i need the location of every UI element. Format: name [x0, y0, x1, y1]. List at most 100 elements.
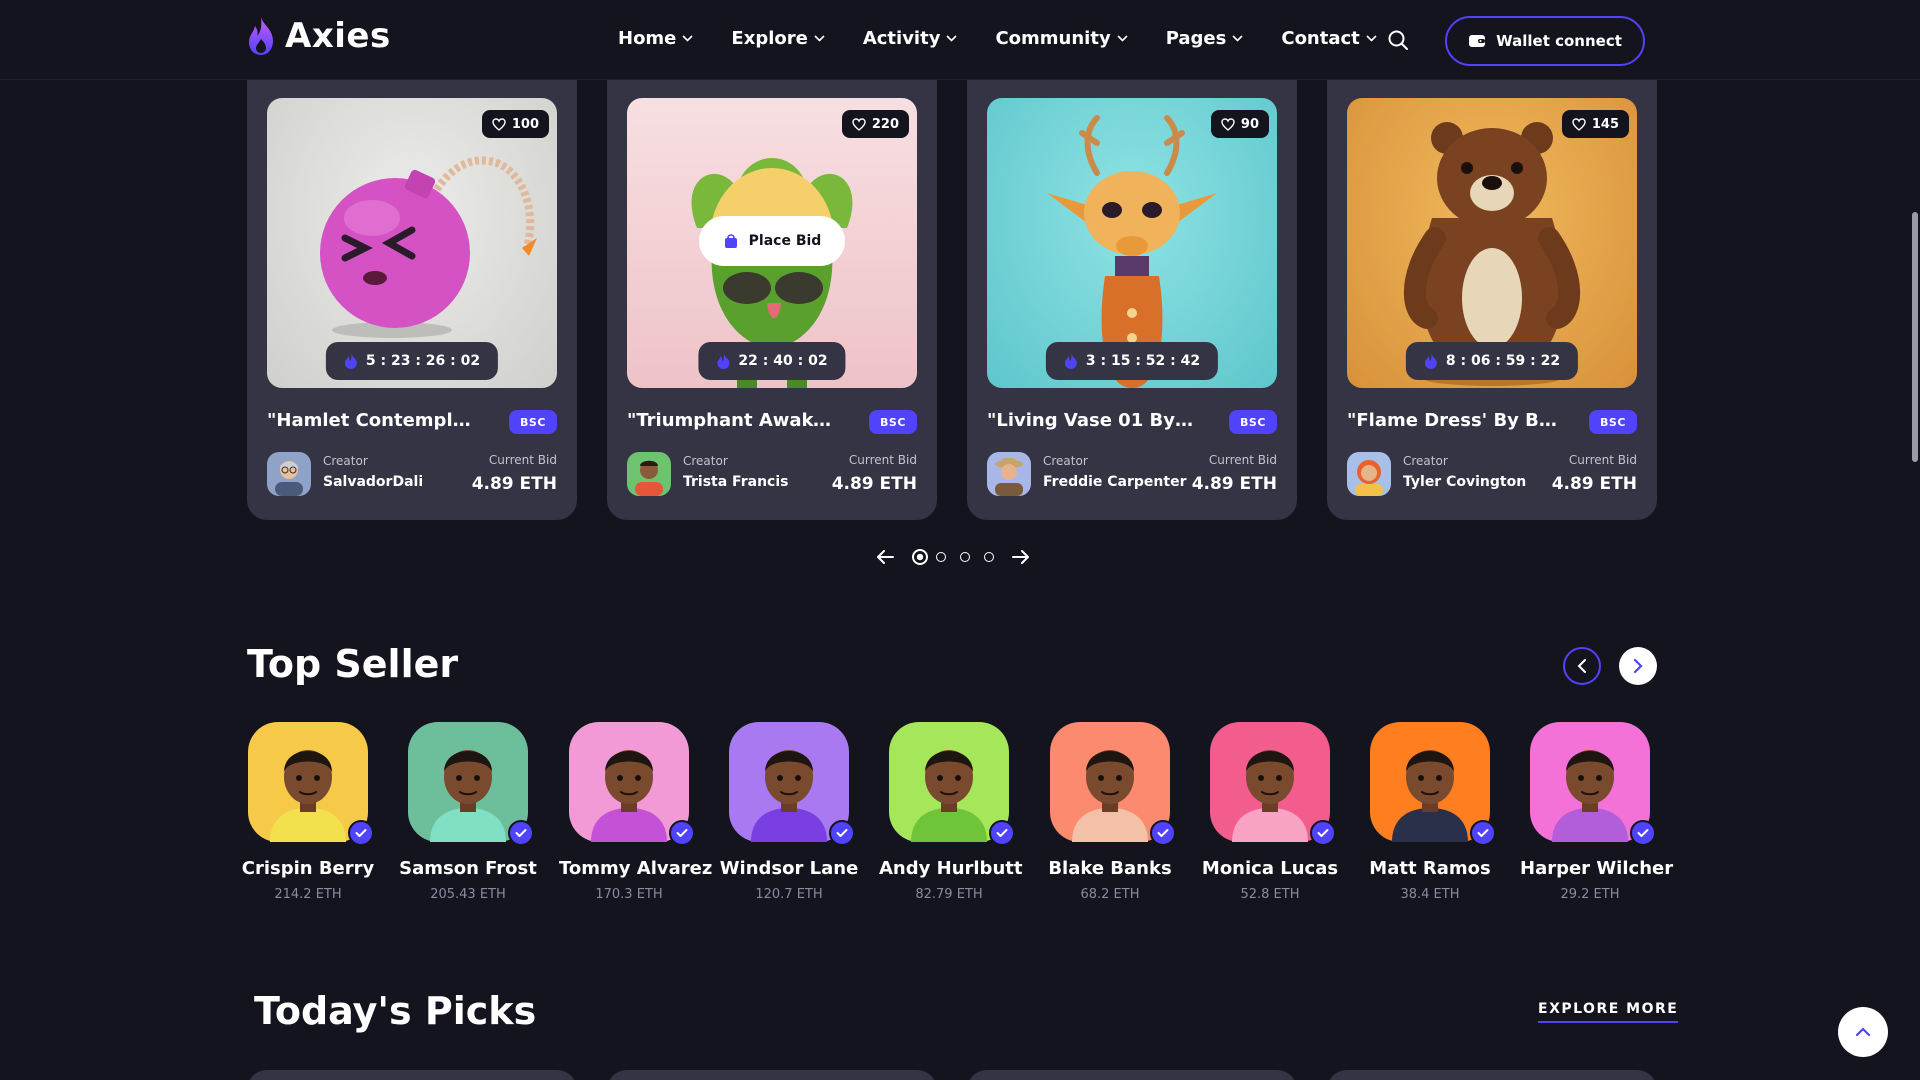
like-button[interactable]: 145: [1561, 110, 1629, 138]
scroll-to-top-button[interactable]: [1838, 1007, 1888, 1057]
creator-name[interactable]: Trista Francis: [683, 474, 788, 490]
pager-dot[interactable]: [912, 549, 928, 565]
seller-name[interactable]: Crispin Berry: [238, 858, 378, 879]
seller-avatar[interactable]: [889, 722, 1015, 846]
search-button[interactable]: [1386, 28, 1410, 52]
nft-title[interactable]: "Flame Dress' By Balmain...: [1347, 410, 1557, 431]
pager-dot[interactable]: [936, 552, 946, 562]
nft-image[interactable]: 90 3 : 15 : 52 : 42: [987, 98, 1277, 388]
seller-item[interactable]: Harper Wilcher 29.2 ETH: [1520, 722, 1673, 902]
current-bid-value: 4.89 ETH: [831, 474, 917, 494]
nav-explore[interactable]: Explore: [731, 28, 825, 49]
creator-avatar[interactable]: [267, 452, 311, 496]
carousel-pager: [876, 549, 1030, 565]
seller-avatar[interactable]: [569, 722, 695, 846]
seller-name[interactable]: Blake Banks: [1040, 858, 1180, 879]
seller-item[interactable]: Monica Lucas 52.8 ETH: [1200, 722, 1340, 902]
chain-badge: BSC: [1589, 410, 1637, 434]
arrow-left-icon[interactable]: [876, 549, 894, 565]
seller-name[interactable]: Monica Lucas: [1200, 858, 1340, 879]
seller-volume: 68.2 ETH: [1080, 887, 1140, 902]
seller-next-button[interactable]: [1619, 647, 1657, 685]
creator-name[interactable]: Freddie Carpenter: [1043, 474, 1186, 490]
creator-name[interactable]: SalvadorDali: [323, 474, 423, 490]
arrow-right-icon[interactable]: [1012, 549, 1030, 565]
pick-card[interactable]: [247, 1070, 577, 1080]
nav-activity[interactable]: Activity: [863, 28, 958, 49]
seller-avatar[interactable]: [729, 722, 855, 846]
like-button[interactable]: 100: [481, 110, 549, 138]
nav-contact[interactable]: Contact: [1281, 28, 1377, 49]
creator-label: Creator: [683, 454, 728, 468]
verified-badge: [829, 820, 855, 846]
top-seller-title: Top Seller: [247, 642, 459, 686]
pick-card[interactable]: [607, 1070, 937, 1080]
chevron-down-icon: [1366, 35, 1377, 42]
creator-name[interactable]: Tyler Covington: [1403, 474, 1526, 490]
like-button[interactable]: 220: [841, 110, 909, 138]
wallet-icon: [1469, 35, 1486, 47]
nft-image[interactable]: 100 5 : 23 : 26 : 02: [267, 98, 557, 388]
search-icon: [1388, 30, 1408, 50]
seller-item[interactable]: Crispin Berry 214.2 ETH: [238, 722, 378, 902]
nft-title[interactable]: "Living Vase 01 By Lanza ...: [987, 410, 1197, 431]
seller-item[interactable]: Tommy Alvarez 170.3 ETH: [559, 722, 712, 902]
seller-avatar[interactable]: [248, 722, 374, 846]
nft-card[interactable]: 145 8 : 06 : 59 : 22 "Flame Dress' By Ba…: [1327, 80, 1657, 520]
nav-community[interactable]: Community: [995, 28, 1128, 49]
pick-card[interactable]: [1327, 1070, 1657, 1080]
seller-prev-button[interactable]: [1563, 647, 1601, 685]
pick-card[interactable]: [967, 1070, 1297, 1080]
flame-icon: [344, 353, 357, 369]
nft-card[interactable]: 220 Place Bid 22 : 40 : 02 "Triumphant A…: [607, 80, 937, 520]
like-button[interactable]: 90: [1210, 110, 1269, 138]
nft-image[interactable]: 145 8 : 06 : 59 : 22: [1347, 98, 1637, 388]
explore-more-link[interactable]: EXPLORE MORE: [1538, 1001, 1679, 1023]
countdown-timer: 5 : 23 : 26 : 02: [325, 342, 499, 380]
seller-name[interactable]: Windsor Lane: [719, 858, 859, 879]
nft-title[interactable]: "Triumphant Awakening ...: [627, 410, 837, 431]
chevron-down-icon: [814, 35, 825, 42]
seller-name[interactable]: Tommy Alvarez: [559, 858, 712, 879]
seller-volume: 120.7 ETH: [755, 887, 823, 902]
seller-avatar[interactable]: [1530, 722, 1656, 846]
seller-avatar[interactable]: [408, 722, 534, 846]
seller-item[interactable]: Windsor Lane 120.7 ETH: [719, 722, 859, 902]
creator-avatar[interactable]: [1347, 452, 1391, 496]
check-icon: [1637, 829, 1649, 837]
creator-avatar[interactable]: [627, 452, 671, 496]
wallet-connect-button[interactable]: Wallet connect: [1445, 16, 1645, 66]
scrollbar-thumb[interactable]: [1912, 212, 1918, 462]
like-count: 100: [511, 116, 539, 132]
seller-name[interactable]: Harper Wilcher: [1520, 858, 1673, 879]
nft-card[interactable]: 100 5 : 23 : 26 : 02 "Hamlet Contemplate…: [247, 80, 577, 520]
seller-item[interactable]: Matt Ramos 38.4 ETH: [1360, 722, 1500, 902]
creator-avatar-image: [635, 460, 663, 496]
check-icon: [996, 829, 1008, 837]
nft-card[interactable]: 90 3 : 15 : 52 : 42 "Living Vase 01 By L…: [967, 80, 1297, 520]
seller-item[interactable]: Blake Banks 68.2 ETH: [1040, 722, 1180, 902]
seller-item[interactable]: Samson Frost 205.43 ETH: [398, 722, 538, 902]
check-icon: [1157, 829, 1169, 837]
pager-dot[interactable]: [984, 552, 994, 562]
logo[interactable]: Axies: [245, 15, 391, 57]
seller-avatar[interactable]: [1050, 722, 1176, 846]
scrollbar[interactable]: [1910, 0, 1920, 1080]
nft-image[interactable]: 220 Place Bid 22 : 40 : 02: [627, 98, 917, 388]
seller-name[interactable]: Matt Ramos: [1360, 858, 1500, 879]
chevron-down-icon: [946, 35, 958, 42]
check-icon: [1317, 829, 1329, 837]
timer-text: 3 : 15 : 52 : 42: [1085, 353, 1201, 369]
pager-dot[interactable]: [960, 552, 970, 562]
seller-name[interactable]: Andy Hurlbutt: [879, 858, 1022, 879]
seller-item[interactable]: Andy Hurlbutt 82.79 ETH: [879, 722, 1022, 902]
place-bid-button[interactable]: Place Bid: [699, 216, 845, 266]
nav-home[interactable]: Home: [618, 28, 693, 49]
creator-avatar[interactable]: [987, 452, 1031, 496]
nft-title[interactable]: "Hamlet Contemplates ...: [267, 410, 477, 431]
seller-avatar[interactable]: [1370, 722, 1496, 846]
nav-activity-label: Activity: [862, 28, 941, 49]
nav-pages[interactable]: Pages: [1166, 28, 1244, 49]
seller-name[interactable]: Samson Frost: [398, 858, 538, 879]
seller-avatar[interactable]: [1210, 722, 1336, 846]
